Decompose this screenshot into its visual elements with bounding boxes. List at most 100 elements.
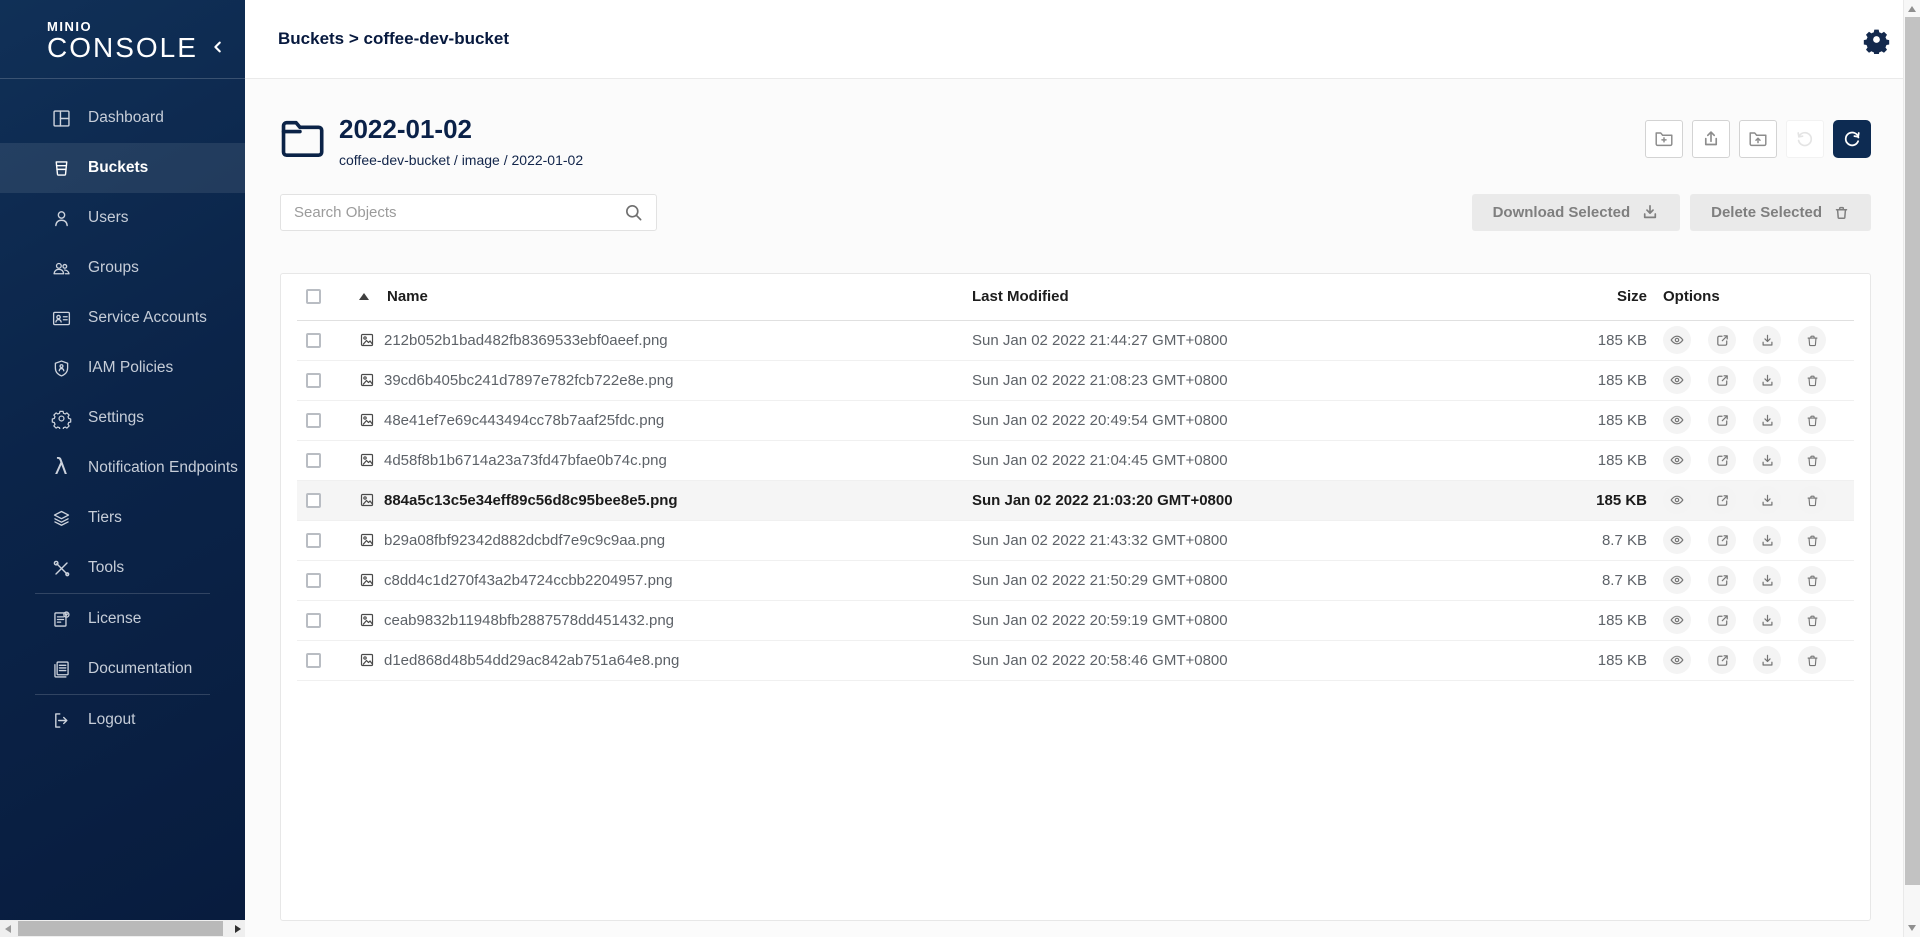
- object-row[interactable]: 212b052b1bad482fb8369533ebf0aeef.png Sun…: [297, 321, 1854, 361]
- sidebar-item-dashboard[interactable]: Dashboard: [0, 93, 245, 143]
- download-object-button[interactable]: [1753, 566, 1781, 594]
- upload-file-button[interactable]: [1692, 120, 1730, 158]
- object-row[interactable]: b29a08fbf92342d882dcbdf7e9c9c9aa.png Sun…: [297, 521, 1854, 561]
- object-name-cell[interactable]: ceab9832b11948bfb2887578dd451432.png: [341, 612, 972, 629]
- preview-object-button[interactable]: [1663, 606, 1691, 634]
- preview-object-button[interactable]: [1663, 566, 1691, 594]
- share-object-button[interactable]: [1708, 606, 1736, 634]
- download-object-button[interactable]: [1753, 526, 1781, 554]
- object-row[interactable]: d1ed868d48b54dd29ac842ab751a64e8.png Sun…: [297, 641, 1854, 681]
- row-checkbox[interactable]: [306, 413, 321, 428]
- sidebar-item-iam-policies[interactable]: IAM Policies: [0, 343, 245, 393]
- download-object-button[interactable]: [1753, 486, 1781, 514]
- delete-object-button[interactable]: [1798, 526, 1826, 554]
- delete-object-button[interactable]: [1798, 366, 1826, 394]
- search-box[interactable]: [280, 194, 657, 231]
- share-object-button[interactable]: [1708, 526, 1736, 554]
- preview-object-button[interactable]: [1663, 366, 1691, 394]
- object-name-cell[interactable]: 212b052b1bad482fb8369533ebf0aeef.png: [341, 332, 972, 349]
- download-object-button[interactable]: [1753, 446, 1781, 474]
- share-object-button[interactable]: [1708, 326, 1736, 354]
- refresh-button[interactable]: [1833, 120, 1871, 158]
- row-checkbox[interactable]: [306, 653, 321, 668]
- preview-object-button[interactable]: [1663, 326, 1691, 354]
- sort-asc-icon[interactable]: [359, 293, 369, 300]
- vertical-scrollbar-thumb[interactable]: [1905, 17, 1920, 885]
- breadcrumb[interactable]: Buckets > coffee-dev-bucket: [278, 29, 509, 49]
- object-name-cell[interactable]: c8dd4c1d270f43a2b4724ccbb2204957.png: [341, 572, 972, 589]
- settings-button[interactable]: [1862, 25, 1891, 54]
- preview-object-button[interactable]: [1663, 486, 1691, 514]
- row-checkbox[interactable]: [306, 613, 321, 628]
- select-all-checkbox[interactable]: [306, 289, 321, 304]
- delete-object-button[interactable]: [1798, 446, 1826, 474]
- object-name-cell[interactable]: b29a08fbf92342d882dcbdf7e9c9c9aa.png: [341, 532, 972, 549]
- delete-object-button[interactable]: [1798, 326, 1826, 354]
- row-checkbox[interactable]: [306, 453, 321, 468]
- horizontal-scrollbar[interactable]: [0, 920, 245, 937]
- scroll-right-arrow-icon[interactable]: [235, 925, 241, 933]
- delete-selected-button[interactable]: Delete Selected: [1690, 194, 1871, 231]
- preview-object-button[interactable]: [1663, 526, 1691, 554]
- row-checkbox[interactable]: [306, 533, 321, 548]
- share-object-button[interactable]: [1708, 566, 1736, 594]
- sidebar-item-notification-endpoints[interactable]: λ Notification Endpoints: [0, 443, 245, 493]
- scroll-down-arrow-icon[interactable]: [1908, 925, 1916, 931]
- object-name-cell[interactable]: 48e41ef7e69c443494cc78b7aaf25fdc.png: [341, 412, 972, 429]
- share-object-button[interactable]: [1708, 406, 1736, 434]
- download-object-button[interactable]: [1753, 646, 1781, 674]
- object-row[interactable]: 884a5c13c5e34eff89c56d8c95bee8e5.png Sun…: [297, 481, 1854, 521]
- sidebar-item-documentation[interactable]: Documentation: [0, 644, 245, 694]
- download-object-button[interactable]: [1753, 326, 1781, 354]
- sidebar-item-groups[interactable]: Groups: [0, 243, 245, 293]
- upload-folder-button[interactable]: [1739, 120, 1777, 158]
- object-row[interactable]: 39cd6b405bc241d7897e782fcb722e8e.png Sun…: [297, 361, 1854, 401]
- vertical-scrollbar[interactable]: [1903, 0, 1920, 937]
- rewind-button[interactable]: [1786, 120, 1824, 158]
- sidebar-item-service-accounts[interactable]: Service Accounts: [0, 293, 245, 343]
- row-checkbox[interactable]: [306, 333, 321, 348]
- delete-object-button[interactable]: [1798, 566, 1826, 594]
- sidebar-item-license[interactable]: License: [0, 594, 245, 644]
- preview-object-button[interactable]: [1663, 446, 1691, 474]
- delete-object-button[interactable]: [1798, 646, 1826, 674]
- preview-object-button[interactable]: [1663, 646, 1691, 674]
- download-selected-button[interactable]: Download Selected: [1472, 194, 1681, 231]
- row-checkbox[interactable]: [306, 573, 321, 588]
- preview-object-button[interactable]: [1663, 406, 1691, 434]
- scroll-left-arrow-icon[interactable]: [5, 925, 11, 933]
- share-object-button[interactable]: [1708, 446, 1736, 474]
- header-name[interactable]: Name: [341, 288, 972, 305]
- header-last-modified[interactable]: Last Modified: [972, 288, 1532, 305]
- object-row[interactable]: c8dd4c1d270f43a2b4724ccbb2204957.png Sun…: [297, 561, 1854, 601]
- delete-object-button[interactable]: [1798, 406, 1826, 434]
- sidebar-item-buckets[interactable]: Buckets: [0, 143, 245, 193]
- object-name-cell[interactable]: 39cd6b405bc241d7897e782fcb722e8e.png: [341, 372, 972, 389]
- object-name-cell[interactable]: d1ed868d48b54dd29ac842ab751a64e8.png: [341, 652, 972, 669]
- scroll-up-arrow-icon[interactable]: [1908, 6, 1916, 12]
- share-object-button[interactable]: [1708, 646, 1736, 674]
- object-row[interactable]: 4d58f8b1b6714a23a73fd47bfae0b74c.png Sun…: [297, 441, 1854, 481]
- delete-object-button[interactable]: [1798, 606, 1826, 634]
- delete-object-button[interactable]: [1798, 486, 1826, 514]
- row-checkbox[interactable]: [306, 373, 321, 388]
- new-path-button[interactable]: [1645, 120, 1683, 158]
- object-name-cell[interactable]: 4d58f8b1b6714a23a73fd47bfae0b74c.png: [341, 452, 972, 469]
- sidebar-item-logout[interactable]: Logout: [0, 695, 245, 745]
- row-checkbox[interactable]: [306, 493, 321, 508]
- sidebar-item-settings[interactable]: Settings: [0, 393, 245, 443]
- download-object-button[interactable]: [1753, 406, 1781, 434]
- share-object-button[interactable]: [1708, 486, 1736, 514]
- object-row[interactable]: ceab9832b11948bfb2887578dd451432.png Sun…: [297, 601, 1854, 641]
- search-input[interactable]: [294, 204, 624, 221]
- share-object-button[interactable]: [1708, 366, 1736, 394]
- sidebar-collapse-button[interactable]: [207, 36, 229, 58]
- sidebar-item-tools[interactable]: Tools: [0, 543, 245, 593]
- download-object-button[interactable]: [1753, 606, 1781, 634]
- sidebar-item-tiers[interactable]: Tiers: [0, 493, 245, 543]
- object-row[interactable]: 48e41ef7e69c443494cc78b7aaf25fdc.png Sun…: [297, 401, 1854, 441]
- sidebar-item-users[interactable]: Users: [0, 193, 245, 243]
- download-object-button[interactable]: [1753, 366, 1781, 394]
- object-name-cell[interactable]: 884a5c13c5e34eff89c56d8c95bee8e5.png: [341, 492, 972, 509]
- horizontal-scrollbar-thumb[interactable]: [18, 921, 223, 936]
